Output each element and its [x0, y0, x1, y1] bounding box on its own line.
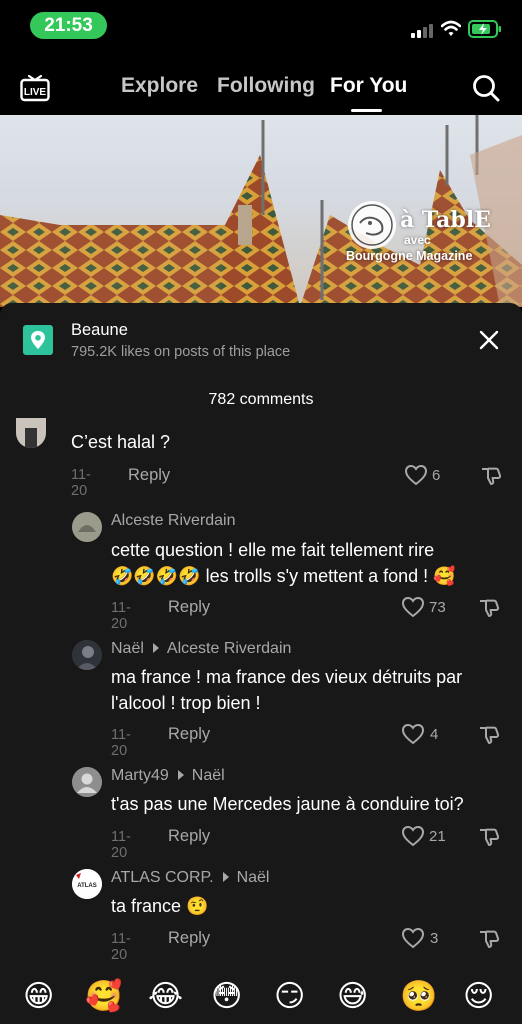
top-nav: LIVE Explore Following For You: [0, 60, 522, 115]
comment-username[interactable]: Naël Alceste Riverdain: [111, 640, 291, 658]
comment-date: 11-20: [111, 727, 131, 759]
comment-text-line-1: ma france ! ma france des vieux détruits…: [111, 667, 463, 687]
avatar[interactable]: ATLAS: [72, 869, 102, 899]
emoji-button[interactable]: 😁: [23, 979, 54, 1015]
reply-to-arrow-icon: [177, 770, 184, 781]
tab-explore[interactable]: Explore: [121, 74, 198, 98]
comment-text: t'as pas une Mercedes jaune à conduire t…: [111, 794, 464, 814]
tab-following[interactable]: Following: [217, 74, 315, 98]
brand-avec: avec: [404, 233, 431, 247]
avatar[interactable]: [72, 512, 102, 542]
place-likes: 795.2K likes on posts of this place: [71, 344, 291, 360]
emoji-button[interactable]: 😅: [337, 979, 368, 1015]
heart-icon[interactable]: [401, 927, 425, 949]
brand-mascot-logo: [348, 201, 396, 249]
reply-to-arrow-icon: [152, 643, 159, 654]
comment-text: C’est halal ?: [71, 432, 171, 452]
battery-icon: [468, 20, 501, 38]
comment-date: 11-20: [111, 600, 131, 632]
brand-watermark: à TablE avec Bourgogne Magazine: [344, 199, 491, 279]
like-count: 4: [430, 726, 439, 743]
comment-username[interactable]: Alceste Riverdain: [111, 512, 236, 530]
comment-date: 11-20: [111, 829, 131, 861]
reply-to-arrow-icon: [222, 872, 229, 883]
reply-to-username[interactable]: Naël: [192, 767, 225, 784]
tab-for-you[interactable]: For You: [330, 74, 407, 98]
brand-title: à TablE: [400, 207, 491, 233]
reply-to-username[interactable]: Naël: [237, 869, 270, 886]
comment-username[interactable]: Marty49 Naël: [111, 767, 225, 785]
heart-icon[interactable]: [404, 464, 428, 486]
username-text[interactable]: ATLAS CORP.: [111, 869, 214, 886]
comment-username[interactable]: ATLAS CORP. Naël: [111, 869, 269, 887]
username-text[interactable]: Marty49: [111, 767, 169, 784]
dislike-icon[interactable]: [478, 826, 500, 848]
active-tab-indicator: [351, 109, 382, 112]
close-icon[interactable]: [478, 329, 500, 351]
status-time: 21:53: [30, 12, 107, 39]
dislike-icon[interactable]: [478, 928, 500, 950]
status-bar: 21:53: [0, 0, 522, 52]
emoji-button[interactable]: 🥰: [85, 979, 122, 1015]
avatar[interactable]: [72, 767, 102, 797]
heart-icon[interactable]: [401, 825, 425, 847]
like-count: 6: [432, 467, 441, 484]
comment-text: ta france 🤨: [111, 896, 209, 916]
live-icon[interactable]: LIVE: [20, 72, 50, 102]
comment-date: 11-20: [111, 931, 131, 963]
location-pin-icon[interactable]: [23, 325, 53, 355]
svg-text:LIVE: LIVE: [24, 87, 47, 98]
reply-button[interactable]: Reply: [128, 466, 170, 485]
comment-text-line-2: 🤣🤣🤣🤣 les trolls s'y mettent a fond ! 🥰: [111, 566, 456, 586]
brand-magazine: Bourgogne Magazine: [346, 249, 473, 263]
like-count: 73: [429, 599, 446, 616]
like-count: 3: [430, 930, 439, 947]
emoji-button[interactable]: 😳: [211, 979, 242, 1015]
comment-date: 11-20: [71, 467, 91, 499]
dislike-icon[interactable]: [480, 465, 502, 487]
comment-text-line-2: l'alcool ! trop bien !: [111, 693, 261, 713]
dislike-icon[interactable]: [478, 597, 500, 619]
emoji-button[interactable]: 😌: [463, 979, 494, 1015]
place-name[interactable]: Beaune: [71, 321, 128, 340]
heart-icon[interactable]: [401, 596, 425, 618]
reply-button[interactable]: Reply: [168, 725, 210, 744]
avatar[interactable]: [72, 640, 102, 670]
reply-button[interactable]: Reply: [168, 598, 210, 617]
like-count: 21: [429, 828, 446, 845]
avatar-label: ATLAS: [77, 883, 97, 889]
search-icon[interactable]: [472, 74, 500, 102]
reply-to-username[interactable]: Alceste Riverdain: [167, 640, 292, 657]
comment-count: 782 comments: [208, 391, 314, 408]
emoji-button[interactable]: 🥺: [400, 979, 437, 1015]
emoji-button[interactable]: 😏: [274, 979, 305, 1015]
emoji-quick-bar: 😁 🥰 😂 😳 😏 😅 🥺 😌: [0, 975, 522, 1024]
heart-icon[interactable]: [401, 723, 425, 745]
wifi-icon: [441, 20, 461, 36]
reply-button[interactable]: Reply: [168, 929, 210, 948]
dislike-icon[interactable]: [478, 724, 500, 746]
avatar[interactable]: [16, 418, 46, 448]
signal-icon: [411, 24, 433, 38]
reply-button[interactable]: Reply: [168, 827, 210, 846]
username-text[interactable]: Naël: [111, 640, 144, 657]
comment-text-line-1: cette question ! elle me fait tellement …: [111, 540, 435, 560]
emoji-button[interactable]: 😂: [148, 979, 183, 1015]
video-preview[interactable]: à TablE avec Bourgogne Magazine: [0, 115, 522, 307]
